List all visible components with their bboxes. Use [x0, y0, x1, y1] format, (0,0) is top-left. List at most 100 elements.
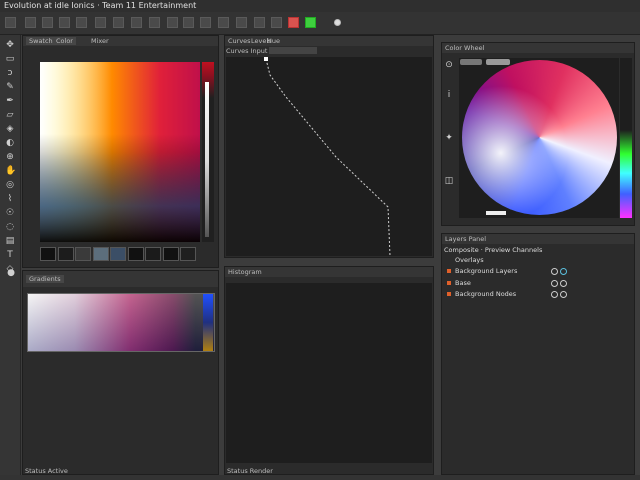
stamp-icon[interactable]	[76, 17, 87, 28]
color-swatch[interactable]	[127, 247, 144, 261]
saturation-value-field[interactable]	[40, 62, 200, 242]
path-icon[interactable]: ●	[6, 268, 16, 278]
settings-icon[interactable]	[236, 17, 247, 28]
tab-color[interactable]: Color	[53, 37, 76, 45]
tool-strip: ✥ ▭ ↄ ✎ ✒ ▱ ◈ ◐ ⊕ ✋ ◎ ⌇ ☉ ◌ ▤ T ◇ ●	[0, 35, 21, 475]
crop-icon[interactable]	[254, 17, 265, 28]
layer-icon[interactable]	[183, 17, 194, 28]
layer-row-label[interactable]: Base	[455, 279, 471, 287]
pen-icon[interactable]	[25, 17, 36, 28]
color-swatch[interactable]	[162, 247, 179, 261]
visibility-eye-icon[interactable]	[551, 268, 558, 275]
main-toolbar	[0, 12, 640, 35]
wheel-title: Color Wheel	[445, 44, 485, 52]
gradient-icon[interactable]: ▤	[5, 236, 15, 246]
wheel-hue-bar[interactable]	[620, 58, 632, 218]
fill-icon[interactable]	[59, 17, 70, 28]
pen-icon[interactable]: ✒	[5, 96, 15, 106]
curves-graph[interactable]	[226, 57, 432, 256]
gradients-title[interactable]: Gradients	[26, 275, 64, 283]
histogram-title[interactable]: Histogram	[228, 268, 262, 276]
layers-header: Composite · Preview Channels	[444, 246, 543, 254]
swatch-row	[40, 247, 200, 261]
color-swatch[interactable]	[110, 247, 126, 261]
visibility-eye-icon[interactable]	[551, 291, 558, 298]
blur-icon[interactable]: ◌	[5, 222, 15, 232]
status-left: Status Active	[25, 467, 68, 475]
eyedropper-icon[interactable]: ⌇	[5, 194, 15, 204]
zoom-icon[interactable]	[113, 17, 124, 28]
panel-header: Color Wheel	[442, 43, 634, 53]
tab-curves[interactable]: Curves	[228, 37, 251, 45]
wheel-indicator	[486, 211, 506, 215]
image-icon[interactable]	[218, 17, 229, 28]
hue-slider-track	[205, 82, 209, 237]
clone-icon[interactable]: ⊕	[5, 152, 15, 162]
histogram-area[interactable]	[226, 283, 432, 463]
brush-icon[interactable]: ✎	[5, 82, 15, 92]
status-mid: Status Render	[227, 467, 273, 475]
app-window: Evolution at idle Ionics · Team 11 Enter…	[0, 0, 640, 480]
smudge-icon[interactable]: ☉	[5, 208, 15, 218]
visibility-eye-icon[interactable]	[551, 280, 558, 287]
move-icon[interactable]: ✥	[5, 40, 15, 50]
status-bar	[0, 475, 640, 480]
gradient-preview[interactable]	[27, 293, 215, 352]
panel-header: Histogram	[225, 267, 433, 277]
grid-icon[interactable]	[167, 17, 178, 28]
text-icon[interactable]	[131, 17, 142, 28]
zoom-icon[interactable]: ◎	[5, 180, 15, 190]
layer-row-label[interactable]: Background Nodes	[455, 290, 516, 298]
wheel-tool-b-icon[interactable]: ⅰ	[444, 90, 454, 100]
select-icon[interactable]	[95, 17, 106, 28]
panel-header: Swatches Color Mixer	[23, 36, 218, 46]
eraser-icon[interactable]: ▱	[5, 110, 15, 120]
export-icon[interactable]	[200, 17, 211, 28]
panel-header: Curves Levels Hue	[225, 36, 433, 46]
wheel-mode-button-2[interactable]	[486, 59, 510, 65]
wheel-tool-d-icon[interactable]: ◫	[444, 176, 454, 186]
layer-color-dot	[447, 269, 451, 273]
layers-title: Layers Panel	[445, 235, 487, 243]
color-green-button[interactable]	[305, 17, 316, 28]
curves-label: Curves Input	[226, 47, 268, 55]
curves-dropdown[interactable]	[269, 47, 317, 54]
color-swatch[interactable]	[92, 247, 109, 261]
brush-icon[interactable]	[42, 17, 53, 28]
layer-row-label[interactable]: Background Layers	[455, 267, 517, 275]
color-red-button[interactable]	[288, 17, 299, 28]
hand-icon[interactable]: ✋	[5, 166, 16, 176]
panel-header: Layers Panel	[442, 234, 634, 244]
gradient-side-bar[interactable]	[203, 294, 213, 351]
camera-icon[interactable]	[271, 17, 282, 28]
color-wheel[interactable]	[462, 60, 617, 215]
tab-hue[interactable]: Hue	[267, 37, 280, 45]
window-title: Evolution at idle Ionics · Team 11 Enter…	[4, 1, 197, 10]
hue-slider[interactable]	[202, 62, 214, 242]
wheel-mode-button-1[interactable]	[460, 59, 482, 65]
color-swatch[interactable]	[180, 247, 196, 261]
layer-color-dot	[447, 292, 451, 296]
lock-icon[interactable]	[560, 291, 567, 298]
shape-icon[interactable]	[149, 17, 160, 28]
lock-icon[interactable]	[560, 268, 567, 275]
new-icon[interactable]	[5, 17, 16, 28]
color-swatch[interactable]	[40, 247, 56, 261]
color-swatch[interactable]	[75, 247, 91, 261]
layer-color-dot	[447, 281, 451, 285]
color-white-button[interactable]	[334, 19, 341, 26]
wheel-tool-c-icon[interactable]: ✦	[444, 133, 454, 143]
lasso-icon[interactable]: ↄ	[5, 68, 15, 78]
color-swatch[interactable]	[145, 247, 161, 261]
wheel-tool-a-icon[interactable]: ⊙	[444, 60, 454, 70]
dodge-icon[interactable]: ◐	[5, 138, 15, 148]
text-icon[interactable]: T	[5, 250, 15, 260]
fill-icon[interactable]: ◈	[5, 124, 15, 134]
marquee-icon[interactable]: ▭	[5, 54, 15, 64]
tab-mixer[interactable]: Mixer	[91, 37, 109, 45]
title-bar: Evolution at idle Ionics · Team 11 Enter…	[0, 0, 640, 12]
curve-line	[264, 57, 391, 256]
lock-icon[interactable]	[560, 280, 567, 287]
color-swatch[interactable]	[57, 247, 74, 261]
layer-row-label[interactable]: Overlays	[455, 256, 484, 264]
